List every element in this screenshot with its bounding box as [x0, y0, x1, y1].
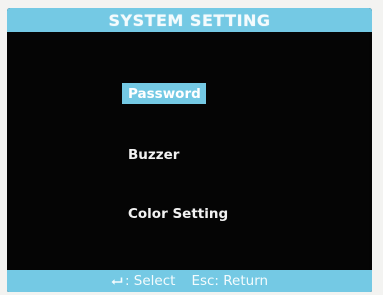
lcd-screen: SYSTEM SETTING Password Buzzer Color Set… [7, 8, 372, 292]
return-hint: Esc: Return [191, 273, 269, 289]
menu-item-label: Buzzer [128, 146, 180, 163]
menu-item-label: Password [128, 85, 201, 102]
menu-item-password[interactable]: Password [122, 83, 206, 104]
enter-icon [111, 277, 123, 286]
settings-menu: Password Buzzer Color Setting [7, 32, 372, 270]
menu-item-buzzer[interactable]: Buzzer [122, 144, 184, 165]
screen-title: SYSTEM SETTING [108, 10, 271, 30]
select-hint: : Select [124, 273, 176, 289]
title-bar: SYSTEM SETTING [7, 8, 372, 32]
status-bar: : Select Esc: Return [7, 270, 372, 292]
menu-item-color-setting[interactable]: Color Setting [122, 203, 233, 224]
menu-item-label: Color Setting [128, 205, 229, 222]
